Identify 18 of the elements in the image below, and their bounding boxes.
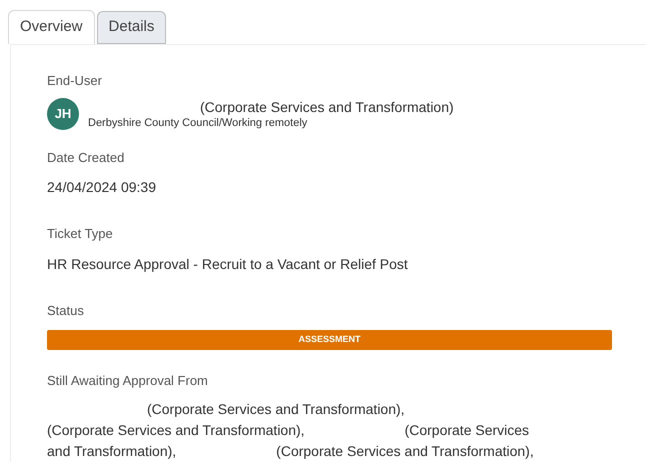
user-avatar: JH bbox=[47, 98, 79, 130]
field-value: 24/04/2024 09:39 bbox=[47, 178, 157, 197]
field-label: End-User bbox=[47, 72, 103, 90]
field-label: Status bbox=[47, 302, 85, 320]
approver-department: (Corporate Services and Transformation), bbox=[276, 442, 534, 461]
user-location: Derbyshire County Council/Working remotely bbox=[88, 116, 308, 130]
user-department: (Corporate Services and Transformation) bbox=[199, 98, 454, 116]
approver-department: (Corporate Services and Transformation), bbox=[147, 400, 405, 419]
approver-department: and Transformation), bbox=[47, 442, 176, 461]
field-label: Date Created bbox=[47, 148, 126, 166]
approver-department: (Corporate Services and Transformation), bbox=[47, 420, 305, 440]
field-label: Still Awaiting Approval From bbox=[47, 372, 209, 390]
status-bar: ASSESSMENT bbox=[47, 330, 612, 350]
field-value: HR Resource Approval - Recruit to a Vacant or Relief Post bbox=[47, 254, 409, 274]
tab[interactable]: Overview bbox=[8, 10, 95, 44]
approver-department: (Corporate Services bbox=[404, 420, 530, 440]
field-label: Ticket Type bbox=[47, 225, 114, 243]
tab[interactable]: Details bbox=[96, 11, 166, 44]
